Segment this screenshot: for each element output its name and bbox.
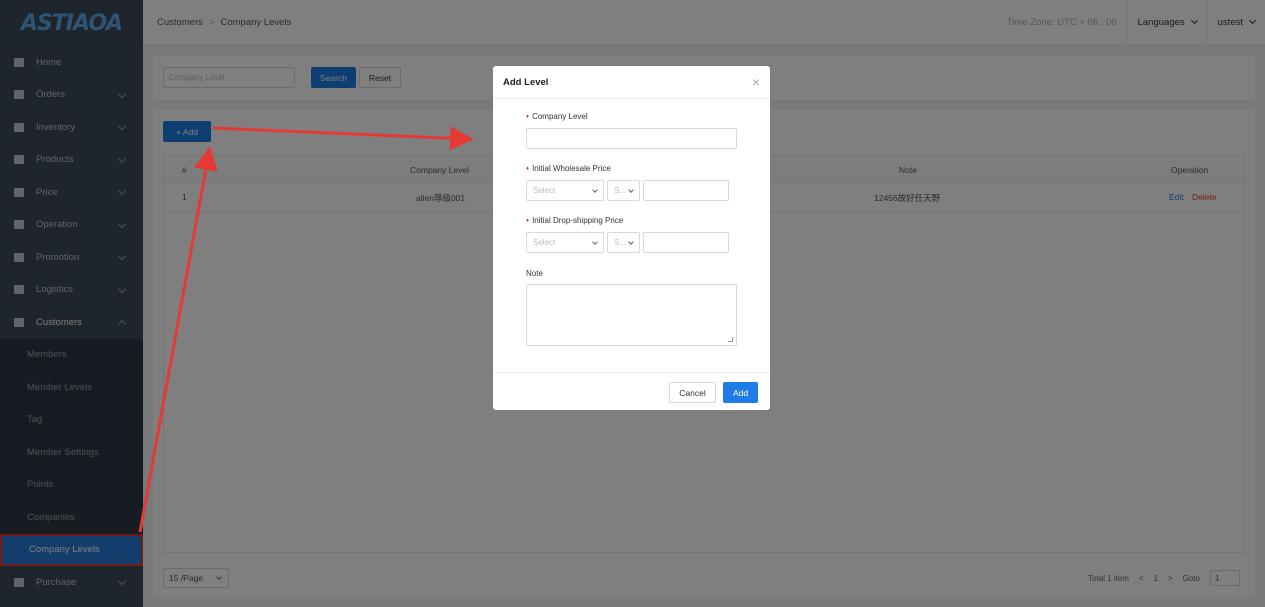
note-label: Note <box>526 269 543 278</box>
chevron-down-icon <box>592 239 598 245</box>
company-level-label-text: Company Level <box>532 112 588 121</box>
wholesale-price-label-text: Initial Wholesale Price <box>532 164 611 173</box>
select-placeholder: Select <box>533 238 556 247</box>
modal-footer: Cancel Add <box>493 372 770 410</box>
company-level-input[interactable] <box>526 128 737 149</box>
wholesale-price-sign-select[interactable]: S... <box>607 180 640 201</box>
required-marker-icon: ♦ <box>526 114 530 120</box>
add-level-modal: Add Level × ♦ Company Level ♦ Initial Whol… <box>493 66 770 410</box>
company-level-label: ♦ Company Level <box>526 112 588 121</box>
dropship-price-sign-select[interactable]: S... <box>607 232 640 253</box>
confirm-add-button[interactable]: Add <box>723 382 758 403</box>
required-marker-icon: ♦ <box>526 218 530 224</box>
note-textarea[interactable] <box>526 284 737 346</box>
chevron-down-icon <box>628 187 634 193</box>
close-icon[interactable]: × <box>752 74 760 90</box>
modal-header: Add Level × <box>493 66 770 99</box>
sign-placeholder: S... <box>614 186 627 195</box>
dropship-price-label: ♦ Initial Drop-shipping Price <box>526 216 623 225</box>
resize-handle-icon[interactable] <box>728 337 733 342</box>
sign-placeholder: S... <box>614 238 627 247</box>
wholesale-price-label: ♦ Initial Wholesale Price <box>526 164 611 173</box>
modal-title: Add Level <box>503 76 549 88</box>
wholesale-price-type-select[interactable]: Select <box>526 180 604 201</box>
dropship-price-label-text: Initial Drop-shipping Price <box>532 216 624 225</box>
chevron-down-icon <box>628 239 634 245</box>
wholesale-price-value-input[interactable] <box>643 180 729 201</box>
required-marker-icon: ♦ <box>526 166 530 172</box>
dropship-price-type-select[interactable]: Select <box>526 232 604 253</box>
chevron-down-icon <box>592 187 598 193</box>
select-placeholder: Select <box>533 186 556 195</box>
cancel-button[interactable]: Cancel <box>669 382 716 403</box>
dropship-price-value-input[interactable] <box>643 232 729 253</box>
